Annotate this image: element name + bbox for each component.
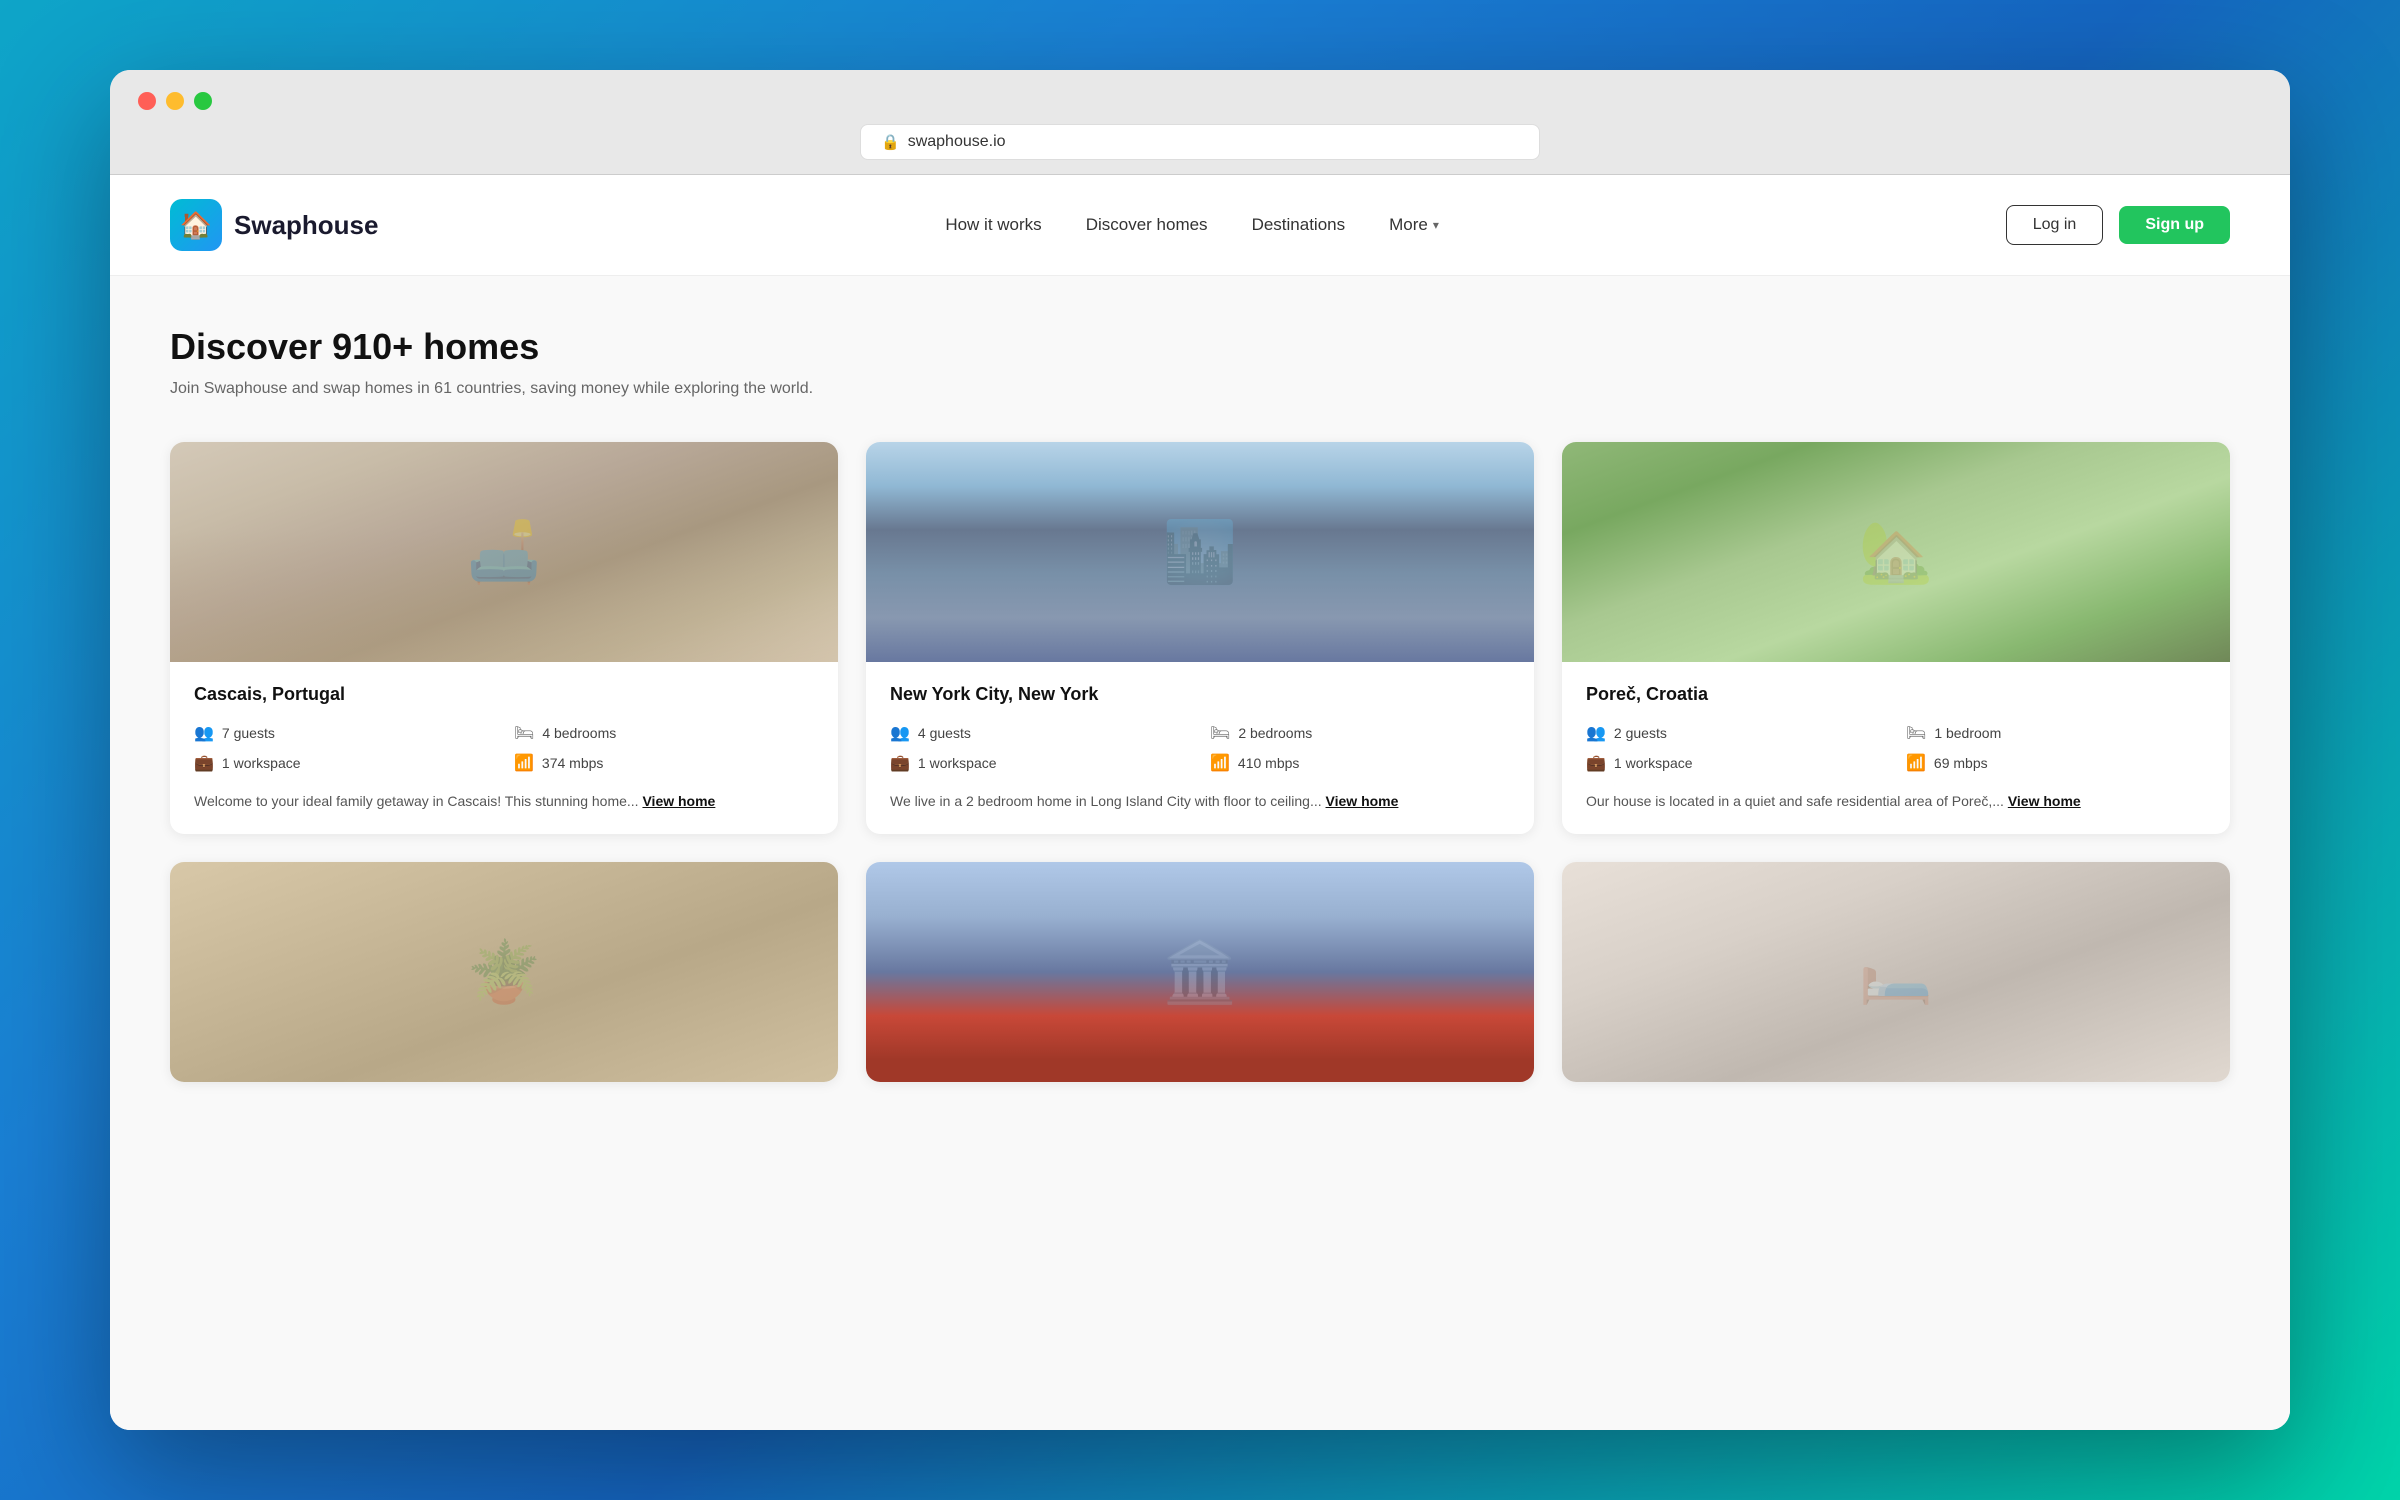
home-stats-cascais: 👥 7 guests 🛏 4 bedrooms 💼 1 workspace: [194, 723, 814, 773]
lock-icon: 🔒: [881, 133, 900, 151]
wifi-icon-nyc: 📶: [1210, 753, 1230, 773]
bedrooms-icon-nyc: 🛏: [1210, 723, 1230, 743]
stat-wifi-cascais: 📶 374 mbps: [514, 753, 814, 773]
home-stats-porec: 👥 2 guests 🛏 1 bedroom 💼 1 workspace: [1586, 723, 2206, 773]
home-stats-nyc: 👥 4 guests 🛏 2 bedrooms 💼 1 workspace: [890, 723, 1510, 773]
home-image-6[interactable]: [1562, 862, 2230, 1082]
nav-links: How it works Discover homes Destinations…: [945, 215, 1439, 235]
stat-workspace-porec: 💼 1 workspace: [1586, 753, 1886, 773]
login-button[interactable]: Log in: [2006, 205, 2104, 245]
home-card-nyc: New York City, New York 👥 4 guests 🛏 2 b…: [866, 442, 1534, 834]
workspace-icon-nyc: 💼: [890, 753, 910, 773]
brand-logo-area[interactable]: 🏠 Swaphouse: [170, 199, 378, 251]
stat-bedrooms-cascais: 🛏 4 bedrooms: [514, 723, 814, 743]
home-card-body-cascais: Cascais, Portugal 👥 7 guests 🛏 4 bedroom…: [170, 662, 838, 834]
description-text-cascais: Welcome to your ideal family getaway in …: [194, 793, 639, 809]
guests-value-nyc: 4 guests: [918, 725, 971, 741]
house-icon: 🏠: [180, 210, 212, 241]
page-title: Discover 910+ homes: [170, 326, 2230, 368]
wifi-value-cascais: 374 mbps: [542, 755, 603, 771]
stat-guests-nyc: 👥 4 guests: [890, 723, 1190, 743]
view-home-link-porec[interactable]: View home: [2008, 793, 2081, 809]
browser-chrome: 🔒 swaphouse.io: [110, 70, 2290, 175]
home-card-porec: Poreč, Croatia 👥 2 guests 🛏 1 bedroom: [1562, 442, 2230, 834]
stat-guests-cascais: 👥 7 guests: [194, 723, 494, 743]
view-home-link-nyc[interactable]: View home: [1326, 793, 1399, 809]
stat-bedrooms-nyc: 🛏 2 bedrooms: [1210, 723, 1510, 743]
home-image-5[interactable]: [866, 862, 1534, 1082]
home-location-cascais: Cascais, Portugal: [194, 684, 814, 705]
url-text: swaphouse.io: [908, 133, 1006, 151]
page-subtitle: Join Swaphouse and swap homes in 61 coun…: [170, 380, 2230, 398]
main-content: Discover 910+ homes Join Swaphouse and s…: [110, 276, 2290, 1430]
home-description-cascais: Welcome to your ideal family getaway in …: [194, 791, 814, 812]
nav-how-it-works-label: How it works: [945, 215, 1041, 235]
wifi-icon-porec: 📶: [1906, 753, 1926, 773]
workspace-value-porec: 1 workspace: [1614, 755, 1693, 771]
guests-icon-porec: 👥: [1586, 723, 1606, 743]
wifi-value-nyc: 410 mbps: [1238, 755, 1299, 771]
browser-dots: [138, 92, 2262, 110]
address-bar[interactable]: 🔒 swaphouse.io: [860, 124, 1540, 160]
nav-how-it-works[interactable]: How it works: [945, 215, 1041, 235]
home-card-cascais: Cascais, Portugal 👥 7 guests 🛏 4 bedroom…: [170, 442, 838, 834]
guests-value-porec: 2 guests: [1614, 725, 1667, 741]
description-text-nyc: We live in a 2 bedroom home in Long Isla…: [890, 793, 1322, 809]
bedrooms-icon-porec: 🛏: [1906, 723, 1926, 743]
stat-wifi-nyc: 📶 410 mbps: [1210, 753, 1510, 773]
wifi-value-porec: 69 mbps: [1934, 755, 1988, 771]
stat-guests-porec: 👥 2 guests: [1586, 723, 1886, 743]
guests-value-cascais: 7 guests: [222, 725, 275, 741]
stat-workspace-cascais: 💼 1 workspace: [194, 753, 494, 773]
home-card-body-porec: Poreč, Croatia 👥 2 guests 🛏 1 bedroom: [1562, 662, 2230, 834]
stat-workspace-nyc: 💼 1 workspace: [890, 753, 1190, 773]
home-description-porec: Our house is located in a quiet and safe…: [1586, 791, 2206, 812]
workspace-icon-porec: 💼: [1586, 753, 1606, 773]
bedrooms-value-nyc: 2 bedrooms: [1238, 725, 1312, 741]
brand-name: Swaphouse: [234, 210, 378, 241]
nav-more[interactable]: More ▾: [1389, 215, 1439, 235]
nav-discover-homes[interactable]: Discover homes: [1086, 215, 1208, 235]
home-location-porec: Poreč, Croatia: [1586, 684, 2206, 705]
workspace-value-cascais: 1 workspace: [222, 755, 301, 771]
workspace-value-nyc: 1 workspace: [918, 755, 997, 771]
nav-discover-homes-label: Discover homes: [1086, 215, 1208, 235]
bedrooms-value-cascais: 4 bedrooms: [542, 725, 616, 741]
workspace-icon: 💼: [194, 753, 214, 773]
home-image-nyc[interactable]: [866, 442, 1534, 662]
home-image-4[interactable]: [170, 862, 838, 1082]
wifi-icon: 📶: [514, 753, 534, 773]
chevron-down-icon: ▾: [1433, 218, 1439, 232]
homes-grid: Cascais, Portugal 👥 7 guests 🛏 4 bedroom…: [170, 442, 2230, 1082]
browser-window: 🔒 swaphouse.io 🏠 Swaphouse How it works …: [110, 70, 2290, 1430]
navbar: 🏠 Swaphouse How it works Discover homes …: [110, 175, 2290, 276]
home-location-nyc: New York City, New York: [890, 684, 1510, 705]
guests-icon-nyc: 👥: [890, 723, 910, 743]
nav-actions: Log in Sign up: [2006, 205, 2230, 245]
home-image-cascais[interactable]: [170, 442, 838, 662]
home-description-nyc: We live in a 2 bedroom home in Long Isla…: [890, 791, 1510, 812]
home-image-porec[interactable]: [1562, 442, 2230, 662]
close-button-dot[interactable]: [138, 92, 156, 110]
guests-icon: 👥: [194, 723, 214, 743]
minimize-button-dot[interactable]: [166, 92, 184, 110]
view-home-link-cascais[interactable]: View home: [642, 793, 715, 809]
bedrooms-icon: 🛏: [514, 723, 534, 743]
bedrooms-value-porec: 1 bedroom: [1934, 725, 2001, 741]
home-card-5: [866, 862, 1534, 1082]
maximize-button-dot[interactable]: [194, 92, 212, 110]
home-card-6: [1562, 862, 2230, 1082]
website-content: 🏠 Swaphouse How it works Discover homes …: [110, 175, 2290, 1430]
nav-destinations-label: Destinations: [1252, 215, 1346, 235]
home-card-4: [170, 862, 838, 1082]
nav-destinations[interactable]: Destinations: [1252, 215, 1346, 235]
address-bar-container: 🔒 swaphouse.io: [138, 124, 2262, 160]
stat-bedrooms-porec: 🛏 1 bedroom: [1906, 723, 2206, 743]
nav-more-label: More: [1389, 215, 1428, 235]
stat-wifi-porec: 📶 69 mbps: [1906, 753, 2206, 773]
home-card-body-nyc: New York City, New York 👥 4 guests 🛏 2 b…: [866, 662, 1534, 834]
signup-button[interactable]: Sign up: [2119, 206, 2230, 244]
description-text-porec: Our house is located in a quiet and safe…: [1586, 793, 2004, 809]
brand-logo-icon: 🏠: [170, 199, 222, 251]
